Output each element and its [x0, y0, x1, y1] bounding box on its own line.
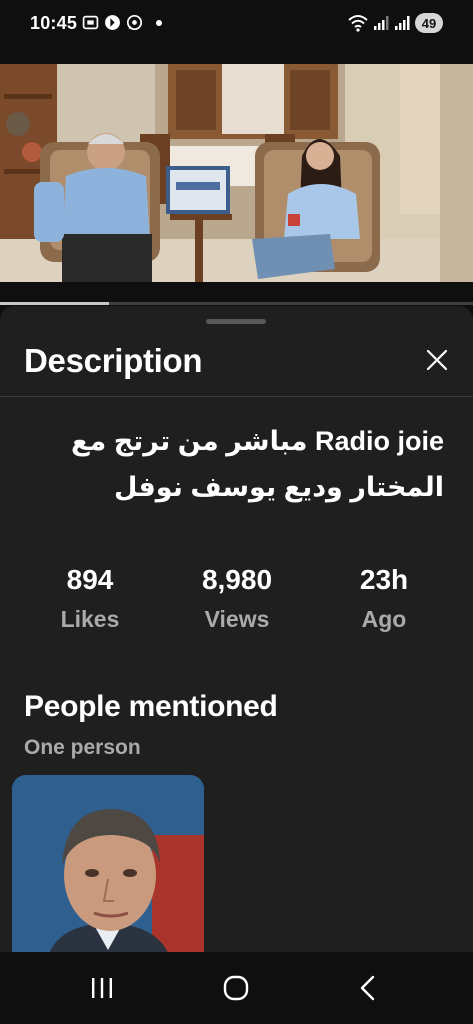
age-label: Ago	[361, 606, 407, 632]
video-title: Radio joie مباشر من ترتج مع المختار وديع…	[24, 418, 444, 510]
back-button[interactable]	[338, 968, 398, 1008]
stat-age: 23h Ago	[319, 564, 449, 633]
video-progress-bar[interactable]	[0, 302, 473, 305]
signal-icon	[374, 16, 389, 30]
people-mentioned-heading: People mentioned	[24, 690, 278, 723]
signal-icon-2	[395, 16, 410, 30]
notification-dot	[156, 19, 162, 26]
system-nav-bar	[0, 952, 473, 1024]
likes-count: 894	[66, 564, 114, 595]
video-thumbnail	[0, 64, 473, 282]
views-label: Views	[204, 606, 270, 632]
video-stats: 894 Likes 8,980 Views 23h Ago	[0, 564, 473, 644]
status-bar: 10:45 49	[0, 0, 473, 48]
divider	[0, 396, 473, 397]
screenshot-icon	[82, 15, 99, 30]
close-button[interactable]	[419, 342, 455, 378]
home-button[interactable]	[206, 968, 266, 1008]
status-time: 10:45	[30, 13, 78, 33]
recents-icon	[92, 978, 112, 998]
description-sheet: Description Radio joie مباشر من ترتج مع …	[0, 306, 473, 952]
person-avatar	[12, 775, 204, 952]
views-count: 8,980	[201, 564, 273, 595]
recents-button[interactable]	[72, 968, 132, 1008]
whatsapp-icon	[126, 14, 143, 31]
drag-handle[interactable]	[206, 319, 266, 324]
wifi-icon	[348, 15, 368, 32]
battery-icon: 49	[415, 13, 443, 33]
app-icon	[105, 15, 120, 30]
sheet-title: Description	[24, 342, 203, 379]
people-mentioned-count: One person	[24, 736, 141, 759]
video-progress-fill	[0, 302, 109, 305]
person-card[interactable]	[12, 775, 204, 952]
status-left-icons	[82, 14, 162, 31]
status-right-icons: 49	[348, 13, 443, 33]
stat-likes: 894 Likes	[25, 564, 155, 633]
age-value: 23h	[359, 564, 409, 595]
stat-views: 8,980 Views	[172, 564, 302, 633]
video-player[interactable]	[0, 64, 473, 282]
video-title-line-1: Radio joie مباشر من ترتج مع	[71, 426, 444, 456]
back-icon	[360, 975, 375, 1001]
video-title-line-2: المختار وديع يوسف نوفل	[114, 472, 444, 502]
close-icon	[426, 349, 448, 371]
likes-label: Likes	[60, 606, 120, 632]
home-icon	[223, 975, 249, 1001]
